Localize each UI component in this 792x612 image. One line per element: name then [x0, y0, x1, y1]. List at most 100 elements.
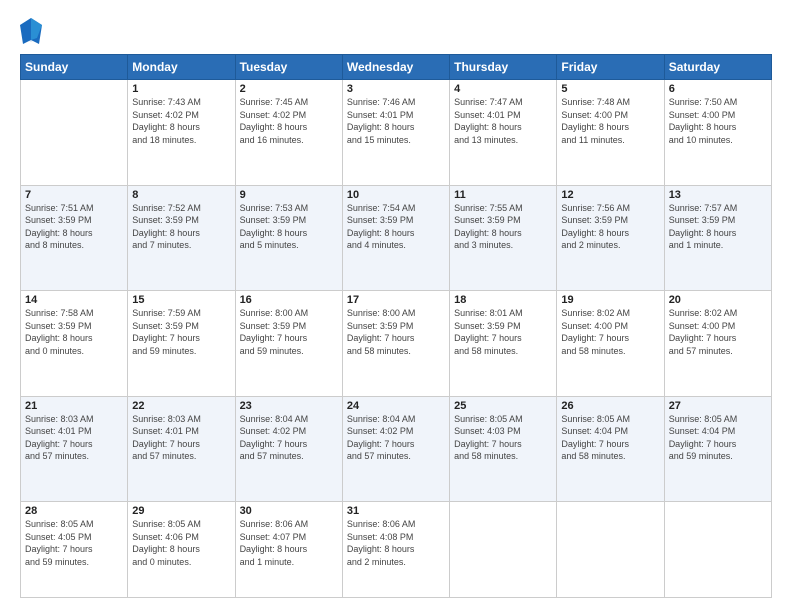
week-row-3: 14Sunrise: 7:58 AMSunset: 3:59 PMDayligh…: [21, 291, 772, 397]
day-info: Sunrise: 8:04 AMSunset: 4:02 PMDaylight:…: [347, 413, 445, 463]
logo-icon: [20, 18, 42, 44]
weekday-header-monday: Monday: [128, 55, 235, 80]
day-info: Sunrise: 7:59 AMSunset: 3:59 PMDaylight:…: [132, 307, 230, 357]
calendar-cell: 6Sunrise: 7:50 AMSunset: 4:00 PMDaylight…: [664, 80, 771, 186]
day-info: Sunrise: 7:45 AMSunset: 4:02 PMDaylight:…: [240, 96, 338, 146]
day-number: 14: [25, 294, 123, 306]
day-number: 25: [454, 400, 552, 412]
day-number: 20: [669, 294, 767, 306]
calendar-cell: 4Sunrise: 7:47 AMSunset: 4:01 PMDaylight…: [450, 80, 557, 186]
day-number: 10: [347, 189, 445, 201]
day-info: Sunrise: 7:51 AMSunset: 3:59 PMDaylight:…: [25, 202, 123, 252]
day-number: 22: [132, 400, 230, 412]
calendar-cell: 14Sunrise: 7:58 AMSunset: 3:59 PMDayligh…: [21, 291, 128, 397]
calendar-cell: 1Sunrise: 7:43 AMSunset: 4:02 PMDaylight…: [128, 80, 235, 186]
day-number: 4: [454, 83, 552, 95]
calendar-cell: [21, 80, 128, 186]
calendar-cell: 16Sunrise: 8:00 AMSunset: 3:59 PMDayligh…: [235, 291, 342, 397]
day-info: Sunrise: 8:04 AMSunset: 4:02 PMDaylight:…: [240, 413, 338, 463]
day-info: Sunrise: 7:57 AMSunset: 3:59 PMDaylight:…: [669, 202, 767, 252]
calendar-cell: 7Sunrise: 7:51 AMSunset: 3:59 PMDaylight…: [21, 185, 128, 291]
weekday-header-sunday: Sunday: [21, 55, 128, 80]
day-number: 21: [25, 400, 123, 412]
calendar-cell: 27Sunrise: 8:05 AMSunset: 4:04 PMDayligh…: [664, 396, 771, 502]
day-number: 13: [669, 189, 767, 201]
page: SundayMondayTuesdayWednesdayThursdayFrid…: [0, 0, 792, 612]
day-info: Sunrise: 8:03 AMSunset: 4:01 PMDaylight:…: [132, 413, 230, 463]
day-info: Sunrise: 8:05 AMSunset: 4:04 PMDaylight:…: [561, 413, 659, 463]
day-info: Sunrise: 7:46 AMSunset: 4:01 PMDaylight:…: [347, 96, 445, 146]
day-number: 30: [240, 505, 338, 517]
calendar-cell: 20Sunrise: 8:02 AMSunset: 4:00 PMDayligh…: [664, 291, 771, 397]
day-number: 28: [25, 505, 123, 517]
calendar-cell: 29Sunrise: 8:05 AMSunset: 4:06 PMDayligh…: [128, 502, 235, 598]
calendar-cell: 12Sunrise: 7:56 AMSunset: 3:59 PMDayligh…: [557, 185, 664, 291]
week-row-5: 28Sunrise: 8:05 AMSunset: 4:05 PMDayligh…: [21, 502, 772, 598]
day-info: Sunrise: 7:55 AMSunset: 3:59 PMDaylight:…: [454, 202, 552, 252]
day-number: 7: [25, 189, 123, 201]
weekday-header-wednesday: Wednesday: [342, 55, 449, 80]
day-info: Sunrise: 8:05 AMSunset: 4:03 PMDaylight:…: [454, 413, 552, 463]
calendar-cell: 17Sunrise: 8:00 AMSunset: 3:59 PMDayligh…: [342, 291, 449, 397]
day-info: Sunrise: 7:50 AMSunset: 4:00 PMDaylight:…: [669, 96, 767, 146]
logo: [20, 18, 46, 44]
weekday-header-row: SundayMondayTuesdayWednesdayThursdayFrid…: [21, 55, 772, 80]
calendar-cell: [450, 502, 557, 598]
day-info: Sunrise: 7:52 AMSunset: 3:59 PMDaylight:…: [132, 202, 230, 252]
day-number: 9: [240, 189, 338, 201]
day-info: Sunrise: 8:05 AMSunset: 4:06 PMDaylight:…: [132, 518, 230, 568]
day-info: Sunrise: 8:05 AMSunset: 4:05 PMDaylight:…: [25, 518, 123, 568]
day-number: 29: [132, 505, 230, 517]
day-info: Sunrise: 7:43 AMSunset: 4:02 PMDaylight:…: [132, 96, 230, 146]
weekday-header-tuesday: Tuesday: [235, 55, 342, 80]
calendar-cell: 31Sunrise: 8:06 AMSunset: 4:08 PMDayligh…: [342, 502, 449, 598]
calendar-cell: 24Sunrise: 8:04 AMSunset: 4:02 PMDayligh…: [342, 396, 449, 502]
weekday-header-friday: Friday: [557, 55, 664, 80]
day-number: 11: [454, 189, 552, 201]
header: [20, 18, 772, 44]
day-info: Sunrise: 8:00 AMSunset: 3:59 PMDaylight:…: [347, 307, 445, 357]
calendar-cell: 5Sunrise: 7:48 AMSunset: 4:00 PMDaylight…: [557, 80, 664, 186]
day-info: Sunrise: 8:00 AMSunset: 3:59 PMDaylight:…: [240, 307, 338, 357]
day-info: Sunrise: 8:02 AMSunset: 4:00 PMDaylight:…: [669, 307, 767, 357]
day-number: 3: [347, 83, 445, 95]
calendar-cell: 3Sunrise: 7:46 AMSunset: 4:01 PMDaylight…: [342, 80, 449, 186]
calendar-cell: 2Sunrise: 7:45 AMSunset: 4:02 PMDaylight…: [235, 80, 342, 186]
day-number: 6: [669, 83, 767, 95]
day-info: Sunrise: 7:47 AMSunset: 4:01 PMDaylight:…: [454, 96, 552, 146]
day-number: 18: [454, 294, 552, 306]
weekday-header-thursday: Thursday: [450, 55, 557, 80]
calendar-cell: 30Sunrise: 8:06 AMSunset: 4:07 PMDayligh…: [235, 502, 342, 598]
day-info: Sunrise: 8:03 AMSunset: 4:01 PMDaylight:…: [25, 413, 123, 463]
day-number: 16: [240, 294, 338, 306]
day-number: 23: [240, 400, 338, 412]
calendar-cell: [664, 502, 771, 598]
day-info: Sunrise: 8:06 AMSunset: 4:07 PMDaylight:…: [240, 518, 338, 568]
calendar-cell: 21Sunrise: 8:03 AMSunset: 4:01 PMDayligh…: [21, 396, 128, 502]
day-number: 8: [132, 189, 230, 201]
calendar-cell: 9Sunrise: 7:53 AMSunset: 3:59 PMDaylight…: [235, 185, 342, 291]
day-info: Sunrise: 7:58 AMSunset: 3:59 PMDaylight:…: [25, 307, 123, 357]
day-info: Sunrise: 8:02 AMSunset: 4:00 PMDaylight:…: [561, 307, 659, 357]
day-info: Sunrise: 7:48 AMSunset: 4:00 PMDaylight:…: [561, 96, 659, 146]
day-number: 12: [561, 189, 659, 201]
day-number: 31: [347, 505, 445, 517]
calendar-cell: 19Sunrise: 8:02 AMSunset: 4:00 PMDayligh…: [557, 291, 664, 397]
calendar-cell: 22Sunrise: 8:03 AMSunset: 4:01 PMDayligh…: [128, 396, 235, 502]
calendar-cell: 13Sunrise: 7:57 AMSunset: 3:59 PMDayligh…: [664, 185, 771, 291]
day-number: 26: [561, 400, 659, 412]
day-info: Sunrise: 8:01 AMSunset: 3:59 PMDaylight:…: [454, 307, 552, 357]
day-number: 24: [347, 400, 445, 412]
calendar: SundayMondayTuesdayWednesdayThursdayFrid…: [20, 54, 772, 598]
calendar-cell: 8Sunrise: 7:52 AMSunset: 3:59 PMDaylight…: [128, 185, 235, 291]
weekday-header-saturday: Saturday: [664, 55, 771, 80]
day-number: 19: [561, 294, 659, 306]
day-number: 2: [240, 83, 338, 95]
calendar-cell: 15Sunrise: 7:59 AMSunset: 3:59 PMDayligh…: [128, 291, 235, 397]
day-info: Sunrise: 8:06 AMSunset: 4:08 PMDaylight:…: [347, 518, 445, 568]
calendar-cell: 11Sunrise: 7:55 AMSunset: 3:59 PMDayligh…: [450, 185, 557, 291]
calendar-cell: [557, 502, 664, 598]
day-info: Sunrise: 8:05 AMSunset: 4:04 PMDaylight:…: [669, 413, 767, 463]
calendar-cell: 25Sunrise: 8:05 AMSunset: 4:03 PMDayligh…: [450, 396, 557, 502]
week-row-2: 7Sunrise: 7:51 AMSunset: 3:59 PMDaylight…: [21, 185, 772, 291]
